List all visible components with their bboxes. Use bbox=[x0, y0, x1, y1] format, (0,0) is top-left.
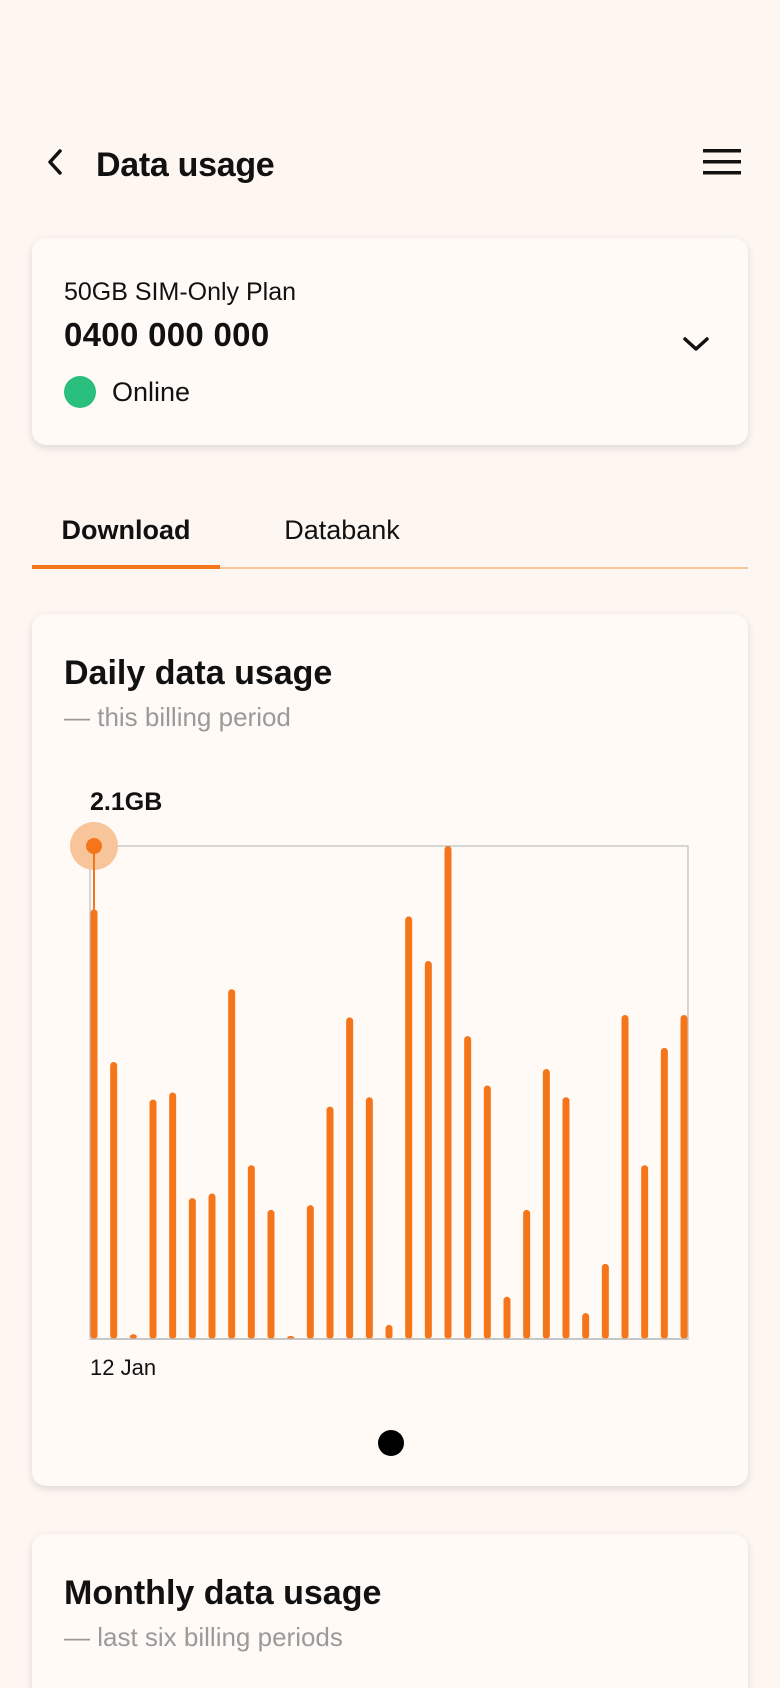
chart-bar-2[interactable] bbox=[110, 1061, 118, 1339]
page: Data usage 50GB SIM-Only Plan 0400 000 0… bbox=[0, 0, 780, 1688]
chart-bar-8[interactable] bbox=[228, 989, 236, 1339]
selected-value-label: 2.1GB bbox=[90, 788, 162, 816]
status-indicator-icon bbox=[64, 376, 96, 408]
chevron-down-icon bbox=[682, 335, 710, 358]
chart-bar-20[interactable] bbox=[464, 1036, 472, 1339]
chart-bar-15[interactable] bbox=[365, 1097, 373, 1339]
tab-databank[interactable]: Databank bbox=[252, 515, 432, 567]
chart-bar-21[interactable] bbox=[483, 1085, 491, 1339]
selection-point[interactable] bbox=[86, 838, 102, 854]
chart-bar-10[interactable] bbox=[267, 1209, 275, 1339]
x-axis-start-label: 12 Jan bbox=[90, 1355, 156, 1380]
plan-name: 50GB SIM-Only Plan bbox=[64, 278, 297, 306]
hamburger-menu-icon bbox=[703, 148, 741, 181]
chart-bar-5[interactable] bbox=[169, 1092, 177, 1340]
tab-download[interactable]: Download bbox=[32, 515, 220, 569]
daily-usage-chart[interactable]: 2.1GB 12 Jan bbox=[32, 614, 748, 1414]
chart-bar-25[interactable] bbox=[562, 1097, 570, 1339]
chart-bar-23[interactable] bbox=[523, 1209, 531, 1339]
page-title: Data usage bbox=[96, 146, 275, 184]
phone-number: 0400 000 000 bbox=[64, 316, 270, 353]
monthly-usage-subtitle: — last six billing periods bbox=[64, 1622, 343, 1652]
chart-bar-26[interactable] bbox=[582, 1313, 590, 1339]
chart-bar-28[interactable] bbox=[621, 1015, 629, 1339]
chart-bar-9[interactable] bbox=[247, 1165, 255, 1339]
chart-bar-18[interactable] bbox=[424, 961, 432, 1339]
monthly-usage-title: Monthly data usage bbox=[64, 1574, 382, 1612]
chart-selection-marker bbox=[70, 822, 118, 910]
chart-bar-12[interactable] bbox=[306, 1205, 314, 1339]
monthly-usage-card: Monthly data usage — last six billing pe… bbox=[32, 1534, 748, 1688]
chart-bar-29[interactable] bbox=[641, 1165, 649, 1339]
chevron-left-icon bbox=[44, 146, 68, 183]
daily-usage-card: Daily data usage — this billing period 2… bbox=[32, 614, 748, 1486]
chart-bar-22[interactable] bbox=[503, 1296, 511, 1339]
service-status: Online bbox=[64, 376, 190, 408]
chart-bar-6[interactable] bbox=[188, 1198, 196, 1339]
status-label: Online bbox=[112, 376, 191, 407]
chart-frame bbox=[89, 845, 689, 1340]
menu-button[interactable] bbox=[700, 144, 744, 184]
chart-bar-1[interactable] bbox=[90, 909, 98, 1339]
chart-bar-24[interactable] bbox=[542, 1069, 550, 1339]
chart-bar-27[interactable] bbox=[601, 1263, 609, 1339]
chart-bar-4[interactable] bbox=[149, 1099, 157, 1339]
expand-service-button[interactable] bbox=[668, 318, 724, 374]
chart-bar-19[interactable] bbox=[444, 846, 452, 1339]
service-selector-card[interactable]: 50GB SIM-Only Plan 0400 000 000 Online bbox=[32, 238, 748, 445]
chart-bars bbox=[90, 846, 688, 1340]
app-header: Data usage bbox=[0, 130, 780, 200]
pager-dot-active[interactable] bbox=[378, 1430, 404, 1456]
back-button[interactable] bbox=[36, 144, 76, 184]
chart-bar-30[interactable] bbox=[660, 1047, 668, 1339]
chart-bar-31[interactable] bbox=[680, 1015, 688, 1339]
usage-tabs: Download Databank bbox=[32, 505, 748, 569]
chart-bar-17[interactable] bbox=[405, 916, 413, 1339]
chart-bar-13[interactable] bbox=[326, 1106, 334, 1339]
chart-bar-14[interactable] bbox=[346, 1017, 354, 1339]
chart-bar-7[interactable] bbox=[208, 1193, 216, 1339]
chart-bar-16[interactable] bbox=[385, 1324, 393, 1339]
